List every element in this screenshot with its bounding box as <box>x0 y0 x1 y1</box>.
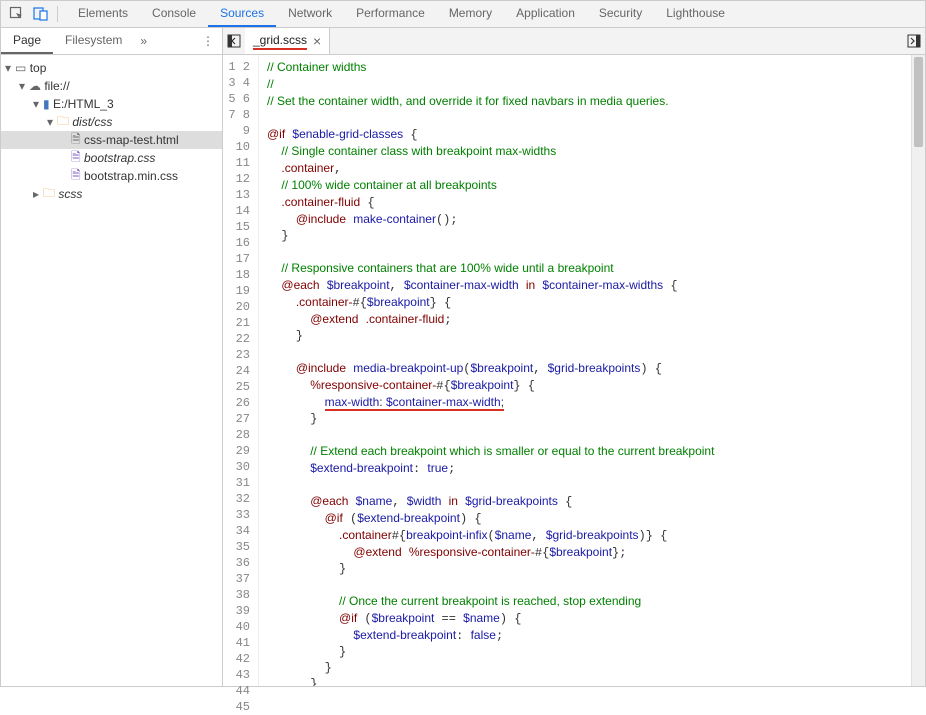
frame-icon: ▭ <box>15 61 26 75</box>
tree-file-origin[interactable]: ▾☁ file:// <box>1 77 222 95</box>
navigator: Page Filesystem » ⋮ ▾▭ top ▾☁ file:// ▾▮… <box>1 28 223 686</box>
nav-tab-page[interactable]: Page <box>1 28 53 54</box>
tab-performance[interactable]: Performance <box>344 1 437 27</box>
editor-body: 1 2 3 4 5 6 7 8 9 10 11 12 13 14 15 16 1… <box>223 55 925 686</box>
line-gutter: 1 2 3 4 5 6 7 8 9 10 11 12 13 14 15 16 1… <box>223 55 259 686</box>
nav-tab-filesystem[interactable]: Filesystem <box>53 28 134 54</box>
editor-header: _grid.scss × <box>223 28 925 55</box>
tree-label: dist/css <box>72 115 112 129</box>
tree-file-css1[interactable]: 🗎 bootstrap.css <box>1 149 222 167</box>
folder-icon: 🗀 <box>43 184 55 205</box>
overflow-icon[interactable]: » <box>134 34 153 48</box>
tree-label: E:/HTML_3 <box>53 97 114 111</box>
tree-label: scss <box>58 187 82 201</box>
editor-pane: _grid.scss × 1 2 3 4 5 6 7 8 9 10 11 12 … <box>223 28 925 686</box>
tree-top[interactable]: ▾▭ top <box>1 59 222 77</box>
cloud-icon: ☁ <box>29 79 41 93</box>
code-content[interactable]: // Container widths // // Set the contai… <box>259 55 911 686</box>
devtools-window: Elements Console Sources Network Perform… <box>0 0 926 687</box>
file-tab[interactable]: _grid.scss × <box>245 28 330 54</box>
toggle-navigator-icon[interactable] <box>223 28 245 54</box>
tree-scss[interactable]: ▸🗀 scss <box>1 185 222 203</box>
top-bar: Elements Console Sources Network Perform… <box>1 1 925 28</box>
tab-security[interactable]: Security <box>587 1 654 27</box>
tree-label: top <box>30 61 47 75</box>
tab-console[interactable]: Console <box>140 1 208 27</box>
tree-file-html[interactable]: 🗎 css-map-test.html <box>1 131 222 149</box>
tree-file-css2[interactable]: 🗎 bootstrap.min.css <box>1 167 222 185</box>
tree-label: bootstrap.css <box>84 151 155 165</box>
scrollbar-vertical[interactable] <box>911 55 925 686</box>
tab-sources[interactable]: Sources <box>208 1 276 27</box>
tree-root[interactable]: ▾▮ E:/HTML_3 <box>1 95 222 113</box>
panel-tabs: Elements Console Sources Network Perform… <box>66 1 737 27</box>
tree-label: file:// <box>44 79 69 93</box>
close-icon[interactable]: × <box>313 33 321 49</box>
code-scroll[interactable]: // Container widths // // Set the contai… <box>259 55 911 686</box>
workspace: Page Filesystem » ⋮ ▾▭ top ▾☁ file:// ▾▮… <box>1 28 925 686</box>
tab-elements[interactable]: Elements <box>66 1 140 27</box>
device-icon[interactable] <box>29 1 53 27</box>
top-icons <box>1 1 66 27</box>
tree-dist[interactable]: ▾🗀 dist/css <box>1 113 222 131</box>
divider <box>57 6 58 22</box>
scrollbar-thumb[interactable] <box>914 57 923 147</box>
kebab-icon[interactable]: ⋮ <box>194 34 222 48</box>
file-tree: ▾▭ top ▾☁ file:// ▾▮ E:/HTML_3 ▾🗀 dist/c… <box>1 55 222 686</box>
tree-label: bootstrap.min.css <box>84 169 178 183</box>
tab-application[interactable]: Application <box>504 1 587 27</box>
folder-icon: ▮ <box>43 97 50 111</box>
tab-memory[interactable]: Memory <box>437 1 504 27</box>
tree-label: css-map-test.html <box>84 133 179 147</box>
folder-icon: 🗀 <box>57 112 69 133</box>
tab-lighthouse[interactable]: Lighthouse <box>654 1 737 27</box>
navigator-tabs: Page Filesystem » ⋮ <box>1 28 222 55</box>
file-icon: 🗎 <box>71 166 81 187</box>
file-tab-name: _grid.scss <box>253 33 307 50</box>
toggle-debugger-icon[interactable] <box>903 28 925 54</box>
tab-network[interactable]: Network <box>276 1 344 27</box>
inspect-icon[interactable] <box>5 1 29 27</box>
